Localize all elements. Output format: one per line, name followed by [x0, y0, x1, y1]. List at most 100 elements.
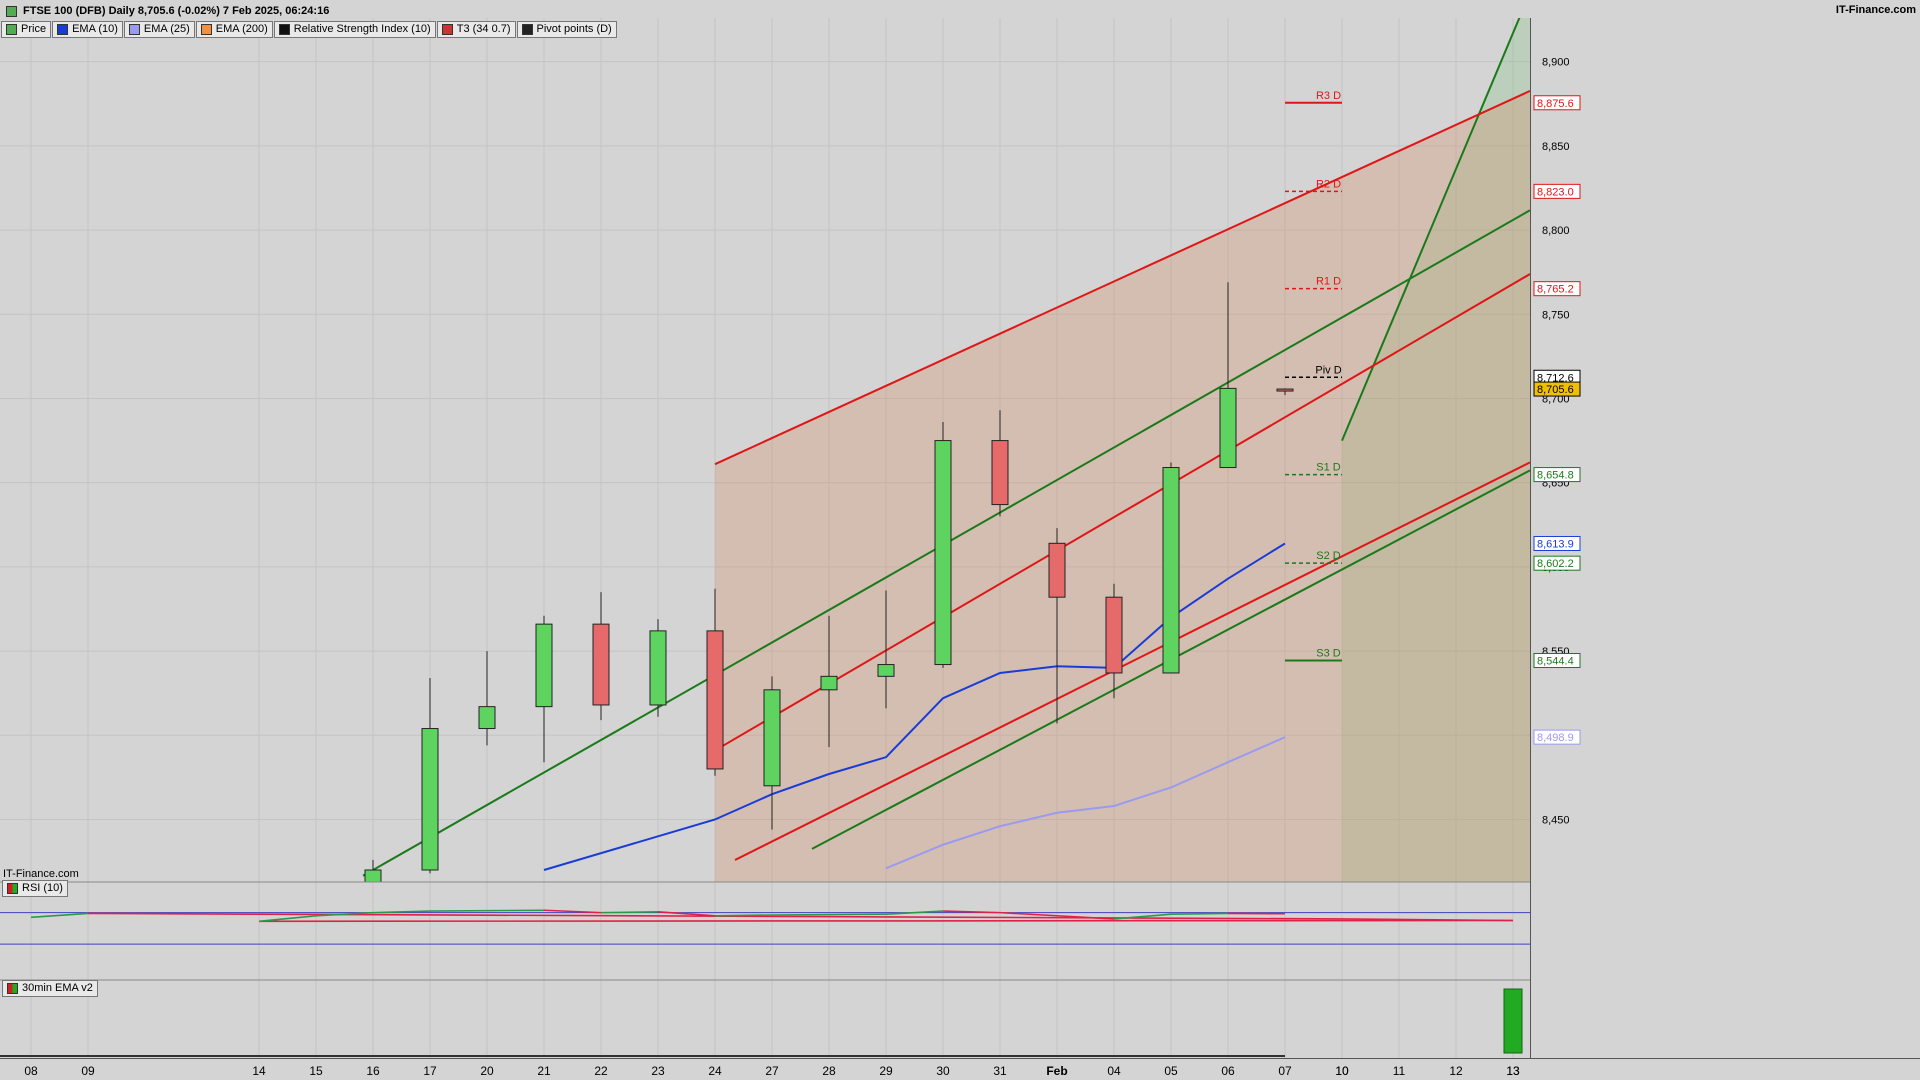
- candle-down[interactable]: [991, 440, 1009, 506]
- pivot-label: R3 D: [1316, 90, 1341, 102]
- pivot-label: S1 D: [1316, 462, 1341, 474]
- time-tick-label: 24: [708, 1064, 722, 1078]
- legend-swatch-icon: [57, 24, 69, 35]
- price-tick-label: 8,450: [1542, 814, 1570, 826]
- time-tick-label: 31: [993, 1064, 1007, 1078]
- pivot-label: Piv D: [1315, 364, 1341, 376]
- pivot-label: R1 D: [1316, 276, 1341, 288]
- legend-swatch-icon: [200, 24, 212, 35]
- time-axis-bg: [0, 1058, 1920, 1080]
- candle-down[interactable]: [1048, 542, 1066, 598]
- time-tick-label: 06: [1221, 1064, 1235, 1078]
- price-tick-label: 8,850: [1542, 141, 1570, 153]
- candle-up[interactable]: [820, 675, 838, 691]
- candle-down[interactable]: [592, 623, 610, 706]
- candle-down[interactable]: [706, 630, 724, 770]
- legend-item[interactable]: EMA (200): [195, 21, 273, 38]
- rsi-segment: [1170, 912, 1229, 915]
- chart-canvas[interactable]: R3 DR2 DR1 DPiv DS1 DS2 DS3 D 1008060402…: [0, 0, 1920, 1080]
- candle-up[interactable]: [1162, 467, 1180, 674]
- ema30-title-label: 30min EMA v2: [22, 982, 93, 994]
- candle-up[interactable]: [649, 630, 667, 706]
- legend-item[interactable]: EMA (10): [52, 21, 123, 38]
- watermark: IT-Finance.com: [3, 868, 79, 880]
- candle-up[interactable]: [1219, 387, 1237, 469]
- ema30-title[interactable]: 30min EMA v2: [2, 980, 98, 997]
- time-tick-label: 12: [1449, 1064, 1463, 1078]
- rsi-icon: [7, 883, 18, 894]
- legend-label: Relative Strength Index (10): [293, 23, 431, 35]
- pivot-label: S2 D: [1316, 550, 1341, 562]
- legend-item[interactable]: T3 (34 0.7): [436, 21, 516, 38]
- price-tag-label: 8,654.8: [1537, 470, 1574, 482]
- legend-swatch-icon: [441, 24, 453, 35]
- time-tick-label: 09: [81, 1064, 95, 1078]
- time-tick-label: 13: [1506, 1064, 1520, 1078]
- time-tick-label: 05: [1164, 1064, 1178, 1078]
- time-tick-label: 14: [252, 1064, 266, 1078]
- time-tick-label: 23: [651, 1064, 665, 1078]
- legend-label: T3 (34 0.7): [456, 23, 511, 35]
- price-tag-label: 8,544.4: [1537, 656, 1574, 668]
- chart-type-icon: [6, 5, 17, 17]
- ema30-icon: [7, 983, 18, 994]
- legend-item[interactable]: Relative Strength Index (10): [273, 21, 436, 38]
- candle-up[interactable]: [934, 440, 952, 666]
- chart-header: FTSE 100 (DFB) Daily 8,705.6 (-0.02%) 7 …: [0, 3, 329, 19]
- legend-swatch-icon: [128, 24, 140, 35]
- legend-label: EMA (10): [72, 23, 118, 35]
- time-tick-label: 27: [765, 1064, 779, 1078]
- chart-title: FTSE 100 (DFB) Daily 8,705.6 (-0.02%) 7 …: [23, 5, 330, 17]
- rsi-segment: [429, 909, 545, 912]
- pivot-label: R2 D: [1316, 178, 1341, 190]
- time-tick-label: 20: [480, 1064, 494, 1078]
- price-tag-label: 8,498.9: [1537, 732, 1574, 744]
- price-tag-label: 8,823.0: [1537, 186, 1574, 198]
- rsi-segment: [258, 919, 1514, 923]
- legend-label: Price: [21, 23, 47, 35]
- time-tick-label: 10: [1335, 1064, 1349, 1078]
- rsi-segment: [771, 913, 887, 916]
- time-tick-label: 11: [1393, 1064, 1406, 1078]
- brand-label: IT-Finance.com: [1835, 4, 1916, 16]
- legend-label: EMA (200): [215, 23, 268, 35]
- time-tick-label: 29: [879, 1064, 893, 1078]
- price-tag-label: 8,875.6: [1537, 98, 1574, 110]
- candle-up[interactable]: [421, 728, 439, 871]
- legend-swatch-icon: [278, 24, 290, 35]
- pivot-label: S3 D: [1316, 648, 1341, 660]
- time-tick-label: 21: [537, 1064, 551, 1078]
- rsi-segment: [714, 914, 773, 917]
- legend-item[interactable]: EMA (25): [123, 21, 195, 38]
- time-tick-label: 07: [1278, 1064, 1292, 1078]
- candle-up[interactable]: [763, 689, 781, 787]
- candle-down[interactable]: [1105, 596, 1123, 674]
- candle-up[interactable]: [877, 664, 895, 677]
- legend-label: EMA (25): [143, 23, 190, 35]
- price-tag-label: 8,705.6: [1537, 384, 1574, 396]
- rsi-title-label: RSI (10): [22, 882, 63, 894]
- time-tick-label: 17: [423, 1064, 437, 1078]
- legend: Price EMA (10) EMA (25) EMA (200) Relative S…: [1, 21, 618, 38]
- time-tick-label: 08: [24, 1064, 38, 1078]
- rsi-title[interactable]: RSI (10): [2, 880, 68, 897]
- price-axis-bg: [1530, 18, 1920, 1058]
- time-tick-label: 16: [366, 1064, 380, 1078]
- legend-swatch-icon: [6, 24, 17, 35]
- candle-up[interactable]: [1276, 388, 1294, 392]
- time-tick-label: 30: [936, 1064, 950, 1078]
- time-tick-label: 04: [1107, 1064, 1121, 1078]
- price-tag-label: 8,613.9: [1537, 538, 1574, 550]
- legend-item[interactable]: Pivot points (D): [516, 21, 617, 38]
- legend-label: Pivot points (D): [536, 23, 612, 35]
- time-tick-label: 28: [822, 1064, 836, 1078]
- candle-up[interactable]: [478, 706, 496, 730]
- rsi-segment: [600, 911, 659, 914]
- price-tick-label: 8,900: [1542, 57, 1570, 69]
- time-tick-label: 15: [309, 1064, 323, 1078]
- price-axis[interactable]: 8,4508,5008,5508,6008,6508,7008,7508,800…: [1530, 18, 1920, 1058]
- legend-item[interactable]: Price: [1, 21, 52, 38]
- time-axis[interactable]: 08 09 10 13 14 15 16 17 20 21 22 23 24 27 28 29 30 31 Feb 0…: [0, 1055, 1920, 1080]
- ema30-bar[interactable]: [1503, 988, 1523, 1054]
- candle-up[interactable]: [535, 623, 553, 708]
